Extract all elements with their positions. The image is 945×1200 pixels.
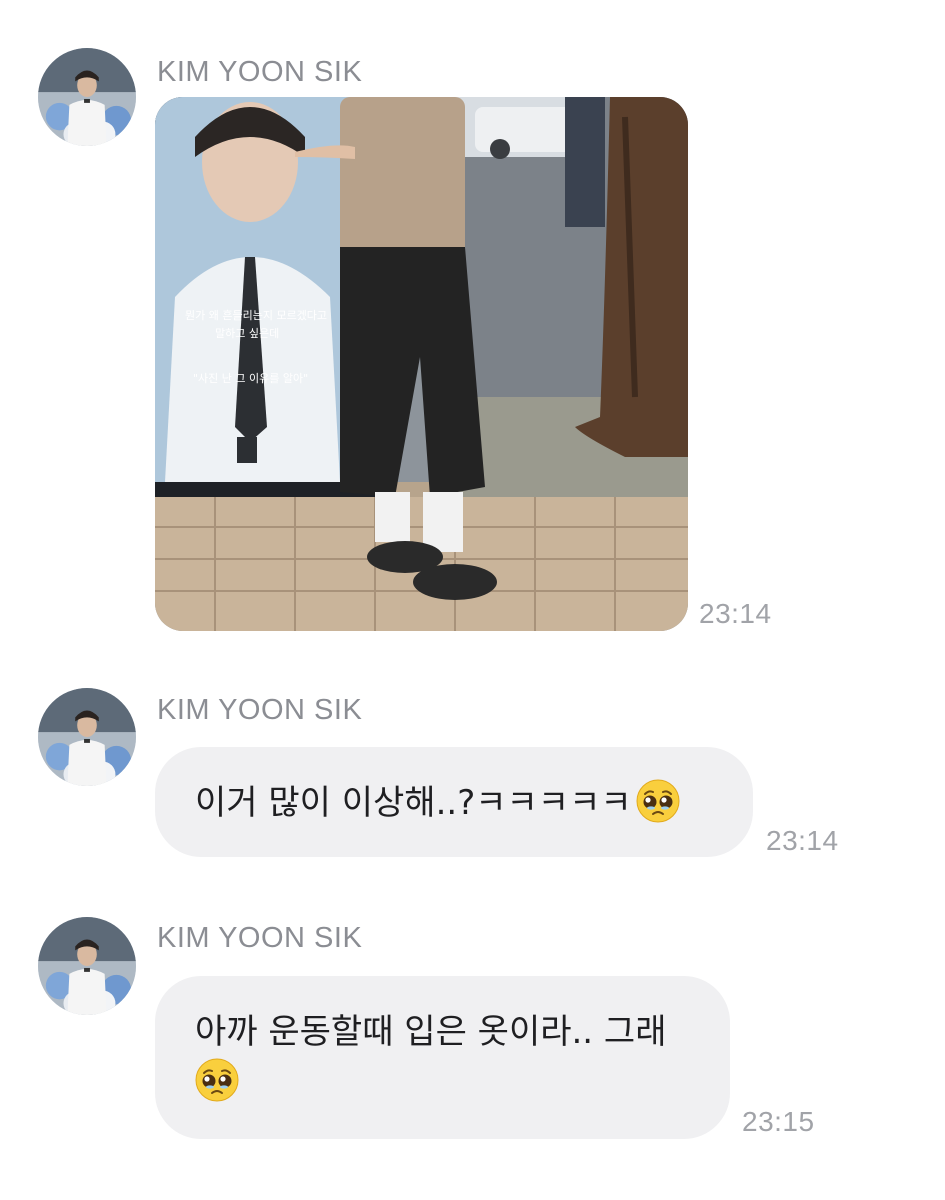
avatar-photo xyxy=(38,48,136,146)
avatar-photo xyxy=(38,688,136,786)
avatar-photo xyxy=(38,917,136,1015)
sender-avatar[interactable] xyxy=(38,688,136,786)
message-bubble[interactable]: 이거 많이 이상해..?ㅋㅋㅋㅋㅋ xyxy=(155,747,753,857)
message-time: 23:14 xyxy=(766,825,839,856)
photo-image: 뭔가 왜 흔들리는지 모르겠다고 말하고 싶은데 "사진 난 그 이유를 알아" xyxy=(155,97,688,631)
poster-quote: "사진 난 그 이유를 알아" xyxy=(193,371,308,385)
message-text: 이거 많이 이상해..?ㅋㅋㅋㅋㅋ xyxy=(195,783,632,823)
shared-photo[interactable]: 뭔가 왜 흔들리는지 모르겠다고 말하고 싶은데 "사진 난 그 이유를 알아" xyxy=(155,97,688,631)
sender-name: KIM YOON SIK xyxy=(157,694,363,726)
pleading-face-emoji-icon xyxy=(636,779,680,823)
message-time: 23:14 xyxy=(699,598,772,629)
poster-line1: 뭔가 왜 흔들리는지 모르겠다고 xyxy=(185,309,327,322)
message-text: 아까 운동할때 입은 옷이라.. 그래 xyxy=(195,1012,667,1052)
poster-line2: 말하고 싶은데 xyxy=(215,326,279,340)
message-bubble[interactable]: 아까 운동할때 입은 옷이라.. 그래 xyxy=(155,976,730,1139)
sender-name: KIM YOON SIK xyxy=(157,56,363,88)
sender-avatar[interactable] xyxy=(38,48,136,146)
sender-name: KIM YOON SIK xyxy=(157,922,363,954)
message-time: 23:15 xyxy=(742,1106,815,1137)
pleading-face-emoji-icon xyxy=(195,1058,239,1102)
sender-avatar[interactable] xyxy=(38,917,136,1015)
